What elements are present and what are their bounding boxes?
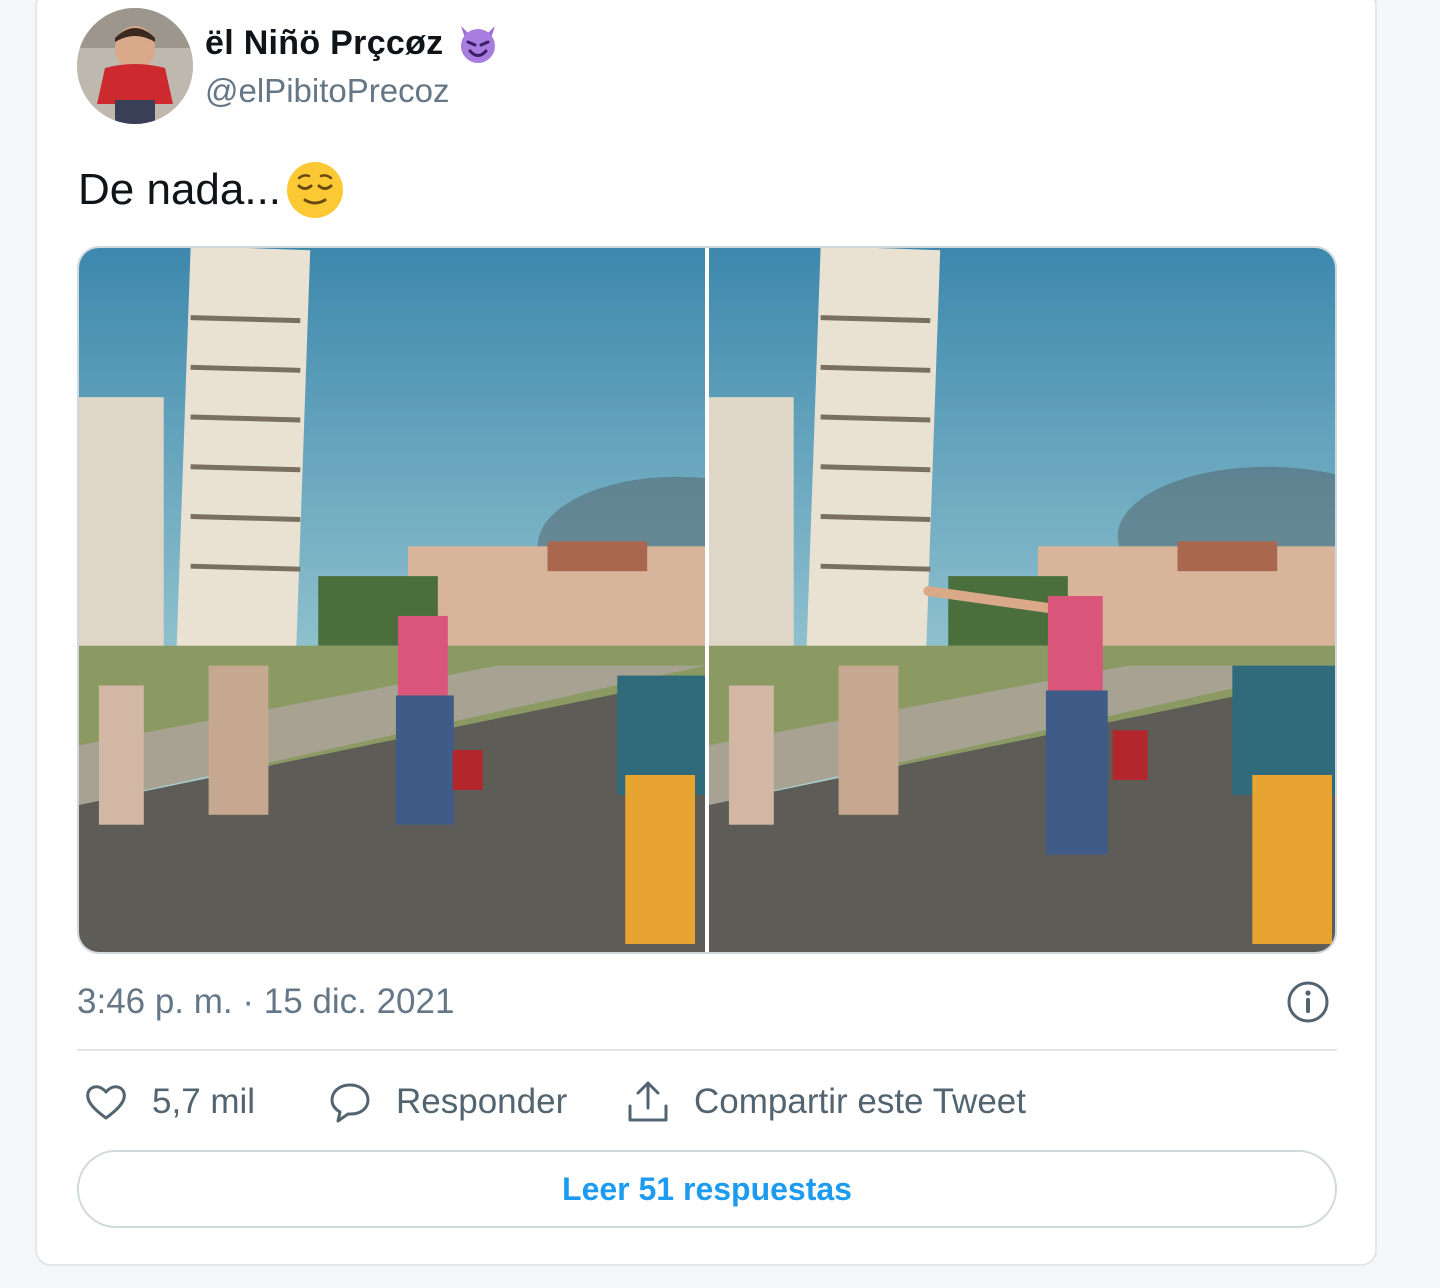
- tweet-text-row: De nada...: [78, 160, 345, 220]
- like-count: 5,7 mil: [152, 1082, 256, 1121]
- heart-icon: [86, 1085, 126, 1120]
- share-button[interactable]: Compartir este Tweet: [624, 1076, 1026, 1128]
- relieved-face-icon: [287, 162, 344, 218]
- share-upload-icon: [628, 1081, 668, 1122]
- tweet-timestamp[interactable]: 3:46 p. m. · 15 dic. 2021: [77, 982, 454, 1022]
- read-replies-label: Leer 51 respuestas: [562, 1170, 852, 1207]
- smiling-face-with-horns-icon: [461, 26, 496, 63]
- photo-left[interactable]: [79, 248, 705, 952]
- divider: [77, 1049, 1337, 1051]
- reply-button[interactable]: Responder: [326, 1076, 567, 1128]
- like-button[interactable]: 5,7 mil: [82, 1076, 255, 1128]
- tweet-text: De nada...: [78, 165, 282, 214]
- avatar[interactable]: [77, 8, 193, 124]
- share-label: Compartir este Tweet: [694, 1082, 1026, 1121]
- author-name[interactable]: ël Niñö Prçcøz: [205, 24, 443, 63]
- media-grid: [77, 246, 1337, 954]
- speech-bubble-icon: [330, 1083, 370, 1123]
- author-name-row[interactable]: ël Niñö Prçcøz: [205, 20, 501, 66]
- reply-label: Responder: [396, 1082, 568, 1121]
- author-handle[interactable]: @elPibitoPrecoz: [205, 72, 449, 110]
- read-replies-button[interactable]: Leer 51 respuestas: [77, 1150, 1337, 1228]
- photo-right[interactable]: [709, 248, 1335, 952]
- info-icon[interactable]: [1285, 979, 1331, 1025]
